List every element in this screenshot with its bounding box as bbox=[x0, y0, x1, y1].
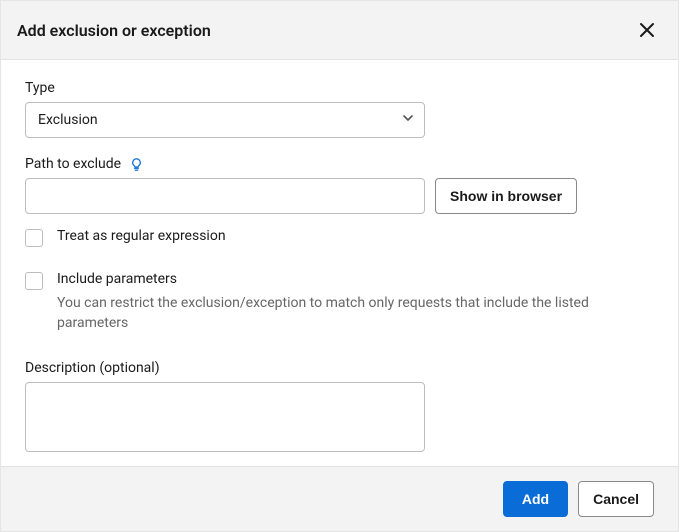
show-in-browser-button[interactable]: Show in browser bbox=[435, 178, 577, 214]
dialog-body: Type Exclusion Path to exclude bbox=[1, 60, 678, 466]
close-button[interactable] bbox=[634, 17, 660, 43]
type-select-value: Exclusion bbox=[38, 112, 98, 128]
regex-checkbox-row: Treat as regular expression bbox=[25, 228, 654, 247]
type-field: Type Exclusion bbox=[25, 80, 654, 138]
include-params-label: Include parameters bbox=[57, 271, 177, 287]
type-label: Type bbox=[25, 80, 654, 96]
regex-checkbox[interactable] bbox=[25, 229, 43, 247]
cancel-button[interactable]: Cancel bbox=[578, 481, 654, 517]
close-icon bbox=[638, 27, 656, 42]
include-params-helper: You can restrict the exclusion/exception… bbox=[57, 293, 654, 334]
path-label: Path to exclude bbox=[25, 156, 121, 172]
type-select-wrap: Exclusion bbox=[25, 102, 425, 138]
include-params-checkbox[interactable] bbox=[25, 272, 43, 290]
add-button[interactable]: Add bbox=[503, 481, 568, 517]
description-label: Description (optional) bbox=[25, 360, 654, 376]
description-textarea[interactable] bbox=[25, 382, 425, 452]
include-params-row: Include parameters You can restrict the … bbox=[25, 271, 654, 334]
dialog-title: Add exclusion or exception bbox=[17, 21, 211, 40]
add-exclusion-dialog: Add exclusion or exception Type Exclusio… bbox=[0, 0, 679, 532]
lightbulb-icon[interactable] bbox=[129, 157, 144, 172]
description-field: Description (optional) bbox=[25, 360, 654, 456]
dialog-footer: Add Cancel bbox=[1, 466, 678, 531]
regex-checkbox-label: Treat as regular expression bbox=[57, 228, 226, 244]
dialog-header: Add exclusion or exception bbox=[1, 1, 678, 60]
type-select[interactable]: Exclusion bbox=[25, 102, 425, 138]
path-input[interactable] bbox=[25, 178, 425, 214]
path-field: Path to exclude Show in browser bbox=[25, 156, 654, 214]
